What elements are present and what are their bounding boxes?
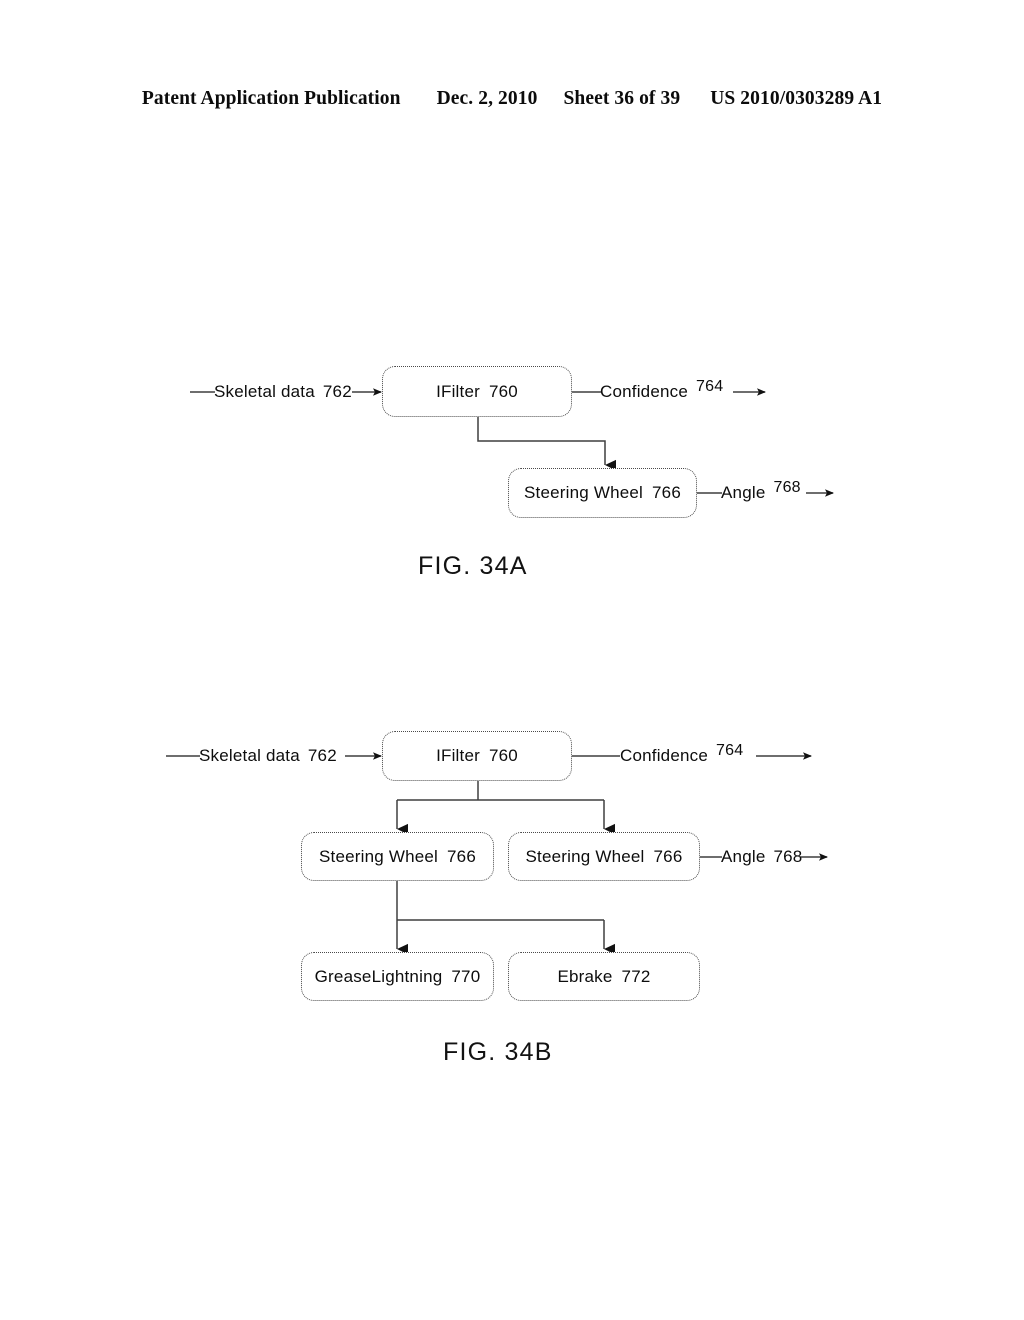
patent-page: Patent Application Publication Dec. 2, 2… <box>0 0 1024 1320</box>
wire-ifilter-fanout-b <box>396 781 615 835</box>
diagram-connectors <box>166 388 834 955</box>
wire-ifilter-to-steering-a <box>477 417 616 471</box>
wire-steering-fanout-b <box>396 881 615 955</box>
